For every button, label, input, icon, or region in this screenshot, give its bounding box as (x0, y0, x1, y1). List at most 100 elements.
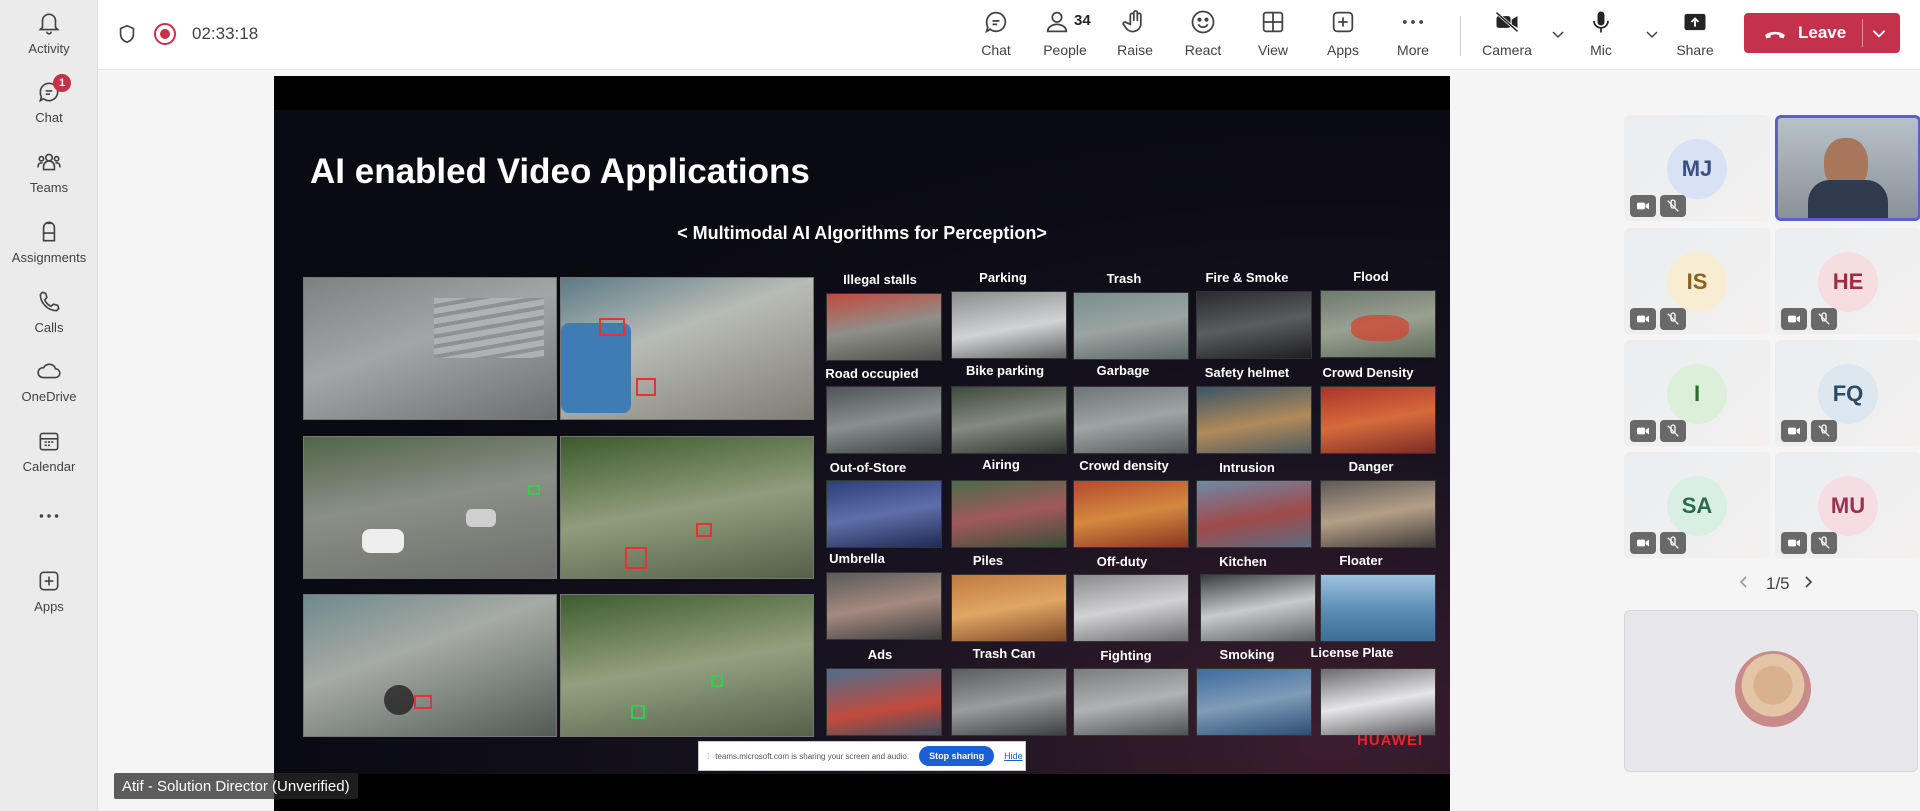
mic-off-icon (1660, 420, 1686, 442)
category-thumbnail (951, 480, 1067, 548)
avatar: HE (1818, 252, 1878, 312)
category-label: Umbrella (829, 551, 885, 566)
avatar: FQ (1818, 364, 1878, 424)
page-indicator: 1/5 (1766, 574, 1790, 593)
raise-hand-button[interactable]: Raise (1102, 8, 1168, 64)
participant-tile[interactable]: MU (1775, 452, 1920, 558)
hide-link[interactable]: Hide (1004, 751, 1023, 761)
participant-tile[interactable]: MJ (1624, 115, 1770, 221)
category-thumbnail (1320, 574, 1436, 642)
rail-item-label: OneDrive (21, 388, 77, 404)
category-label: Ads (867, 647, 893, 662)
presenter-name-label: Atif - Solution Director (Unverified) (114, 773, 358, 799)
rail-item-onedrive[interactable]: OneDrive (0, 348, 98, 412)
more-button[interactable]: More (1380, 8, 1446, 64)
rail-item-label: Calls (34, 319, 64, 335)
category-label: Fighting (1100, 648, 1152, 663)
category-thumbnail (1196, 480, 1312, 548)
rail-item-apps[interactable]: Apps (0, 558, 98, 622)
participant-tile[interactable]: HE (1775, 228, 1920, 334)
category-thumbnail (951, 574, 1067, 642)
category-thumbnail (1073, 668, 1189, 736)
stop-sharing-button[interactable]: Stop sharing (919, 746, 995, 766)
leave-options-chevron-icon[interactable] (1870, 24, 1888, 42)
video-frame (560, 277, 814, 420)
chat-icon: 1 (35, 73, 71, 106)
camera-off-icon (1781, 532, 1807, 554)
rail-more-button[interactable] (0, 488, 98, 548)
rail-item-label: Chat (35, 109, 63, 125)
rail-item-label: Teams (29, 179, 69, 195)
teams-icon (35, 148, 63, 176)
category-label: License Plate (1310, 645, 1394, 660)
apps-button[interactable]: Apps (1310, 8, 1376, 64)
participant-video-tile[interactable] (1775, 115, 1920, 221)
grip-icon[interactable]: ⁞ (707, 752, 709, 761)
next-page-chevron-icon[interactable] (1800, 574, 1820, 594)
participant-tile[interactable]: FQ (1775, 340, 1920, 446)
view-button[interactable]: View (1240, 8, 1306, 64)
people-count: 34 (1074, 12, 1091, 29)
people-button[interactable]: 34 People (1032, 8, 1098, 64)
react-button[interactable]: React (1170, 8, 1236, 64)
mic-off-icon (1811, 532, 1837, 554)
leave-label: Leave (1798, 23, 1847, 42)
rail-item-calendar[interactable]: Calendar (0, 418, 98, 482)
cloud-icon (35, 357, 63, 385)
hang-up-icon (1765, 31, 1785, 39)
grid-view-icon (1262, 11, 1284, 33)
camera-options-chevron-icon[interactable] (1550, 26, 1566, 42)
mic-off-icon (1811, 308, 1837, 330)
participant-tile[interactable]: I (1624, 340, 1770, 446)
rail-item-label: Activity (28, 40, 70, 56)
previous-page-chevron-icon[interactable] (1736, 574, 1756, 594)
share-button[interactable]: Share (1662, 8, 1728, 64)
brand-logo: HUAWEI (1357, 732, 1423, 749)
phone-icon (35, 288, 63, 316)
avatar: MJ (1667, 139, 1727, 199)
rail-item-calls[interactable]: Calls (0, 279, 98, 343)
unread-badge: 1 (53, 73, 71, 92)
screen-sharing-bar: ⁞ teams.microsoft.com is sharing your sc… (698, 741, 1026, 771)
shield-icon (119, 24, 135, 44)
camera-button[interactable]: Camera (1474, 8, 1540, 64)
hand-icon (1122, 10, 1142, 33)
category-thumbnail (951, 291, 1067, 359)
camera-off-icon (1630, 420, 1656, 442)
category-label: Airing (982, 457, 1020, 472)
camera-off-icon (1630, 532, 1656, 554)
self-view-tile[interactable] (1624, 610, 1918, 772)
rail-item-teams[interactable]: Teams (0, 139, 98, 203)
category-label: Trash (1106, 271, 1142, 286)
category-thumbnail (1073, 292, 1189, 360)
leave-divider (1862, 19, 1863, 47)
video-frame (303, 436, 557, 579)
avatar: SA (1667, 476, 1727, 536)
camera-off-icon (1630, 308, 1656, 330)
apps-plus-icon (35, 567, 63, 595)
category-thumbnail (1196, 668, 1312, 736)
people-icon (1046, 11, 1068, 33)
participant-tile[interactable]: IS (1624, 228, 1770, 334)
category-label: Out-of-Store (829, 460, 907, 475)
rail-item-label: Calendar (22, 458, 76, 474)
camera-off-icon (1495, 11, 1519, 33)
chat-button[interactable]: Chat (963, 8, 1029, 64)
slide-subtitle: < Multimodal AI Algorithms for Perceptio… (677, 223, 1047, 243)
camera-off-icon (1781, 308, 1807, 330)
participant-body (1808, 180, 1888, 218)
rail-item-activity[interactable]: Activity (0, 0, 98, 64)
rail-item-assignments[interactable]: Assignments (0, 209, 98, 273)
mic-button[interactable]: Mic (1568, 8, 1634, 64)
video-frame (560, 594, 814, 737)
rail-item-chat[interactable]: 1 Chat (0, 69, 98, 133)
self-avatar (1735, 651, 1811, 727)
smiley-icon (1191, 10, 1215, 34)
category-thumbnail (826, 572, 942, 640)
category-label: Illegal stalls (843, 272, 917, 287)
category-label: Flood (1353, 269, 1389, 284)
calendar-icon (35, 427, 63, 455)
leave-button[interactable]: Leave (1744, 13, 1900, 53)
mic-options-chevron-icon[interactable] (1644, 26, 1660, 42)
participant-tile[interactable]: SA (1624, 452, 1770, 558)
